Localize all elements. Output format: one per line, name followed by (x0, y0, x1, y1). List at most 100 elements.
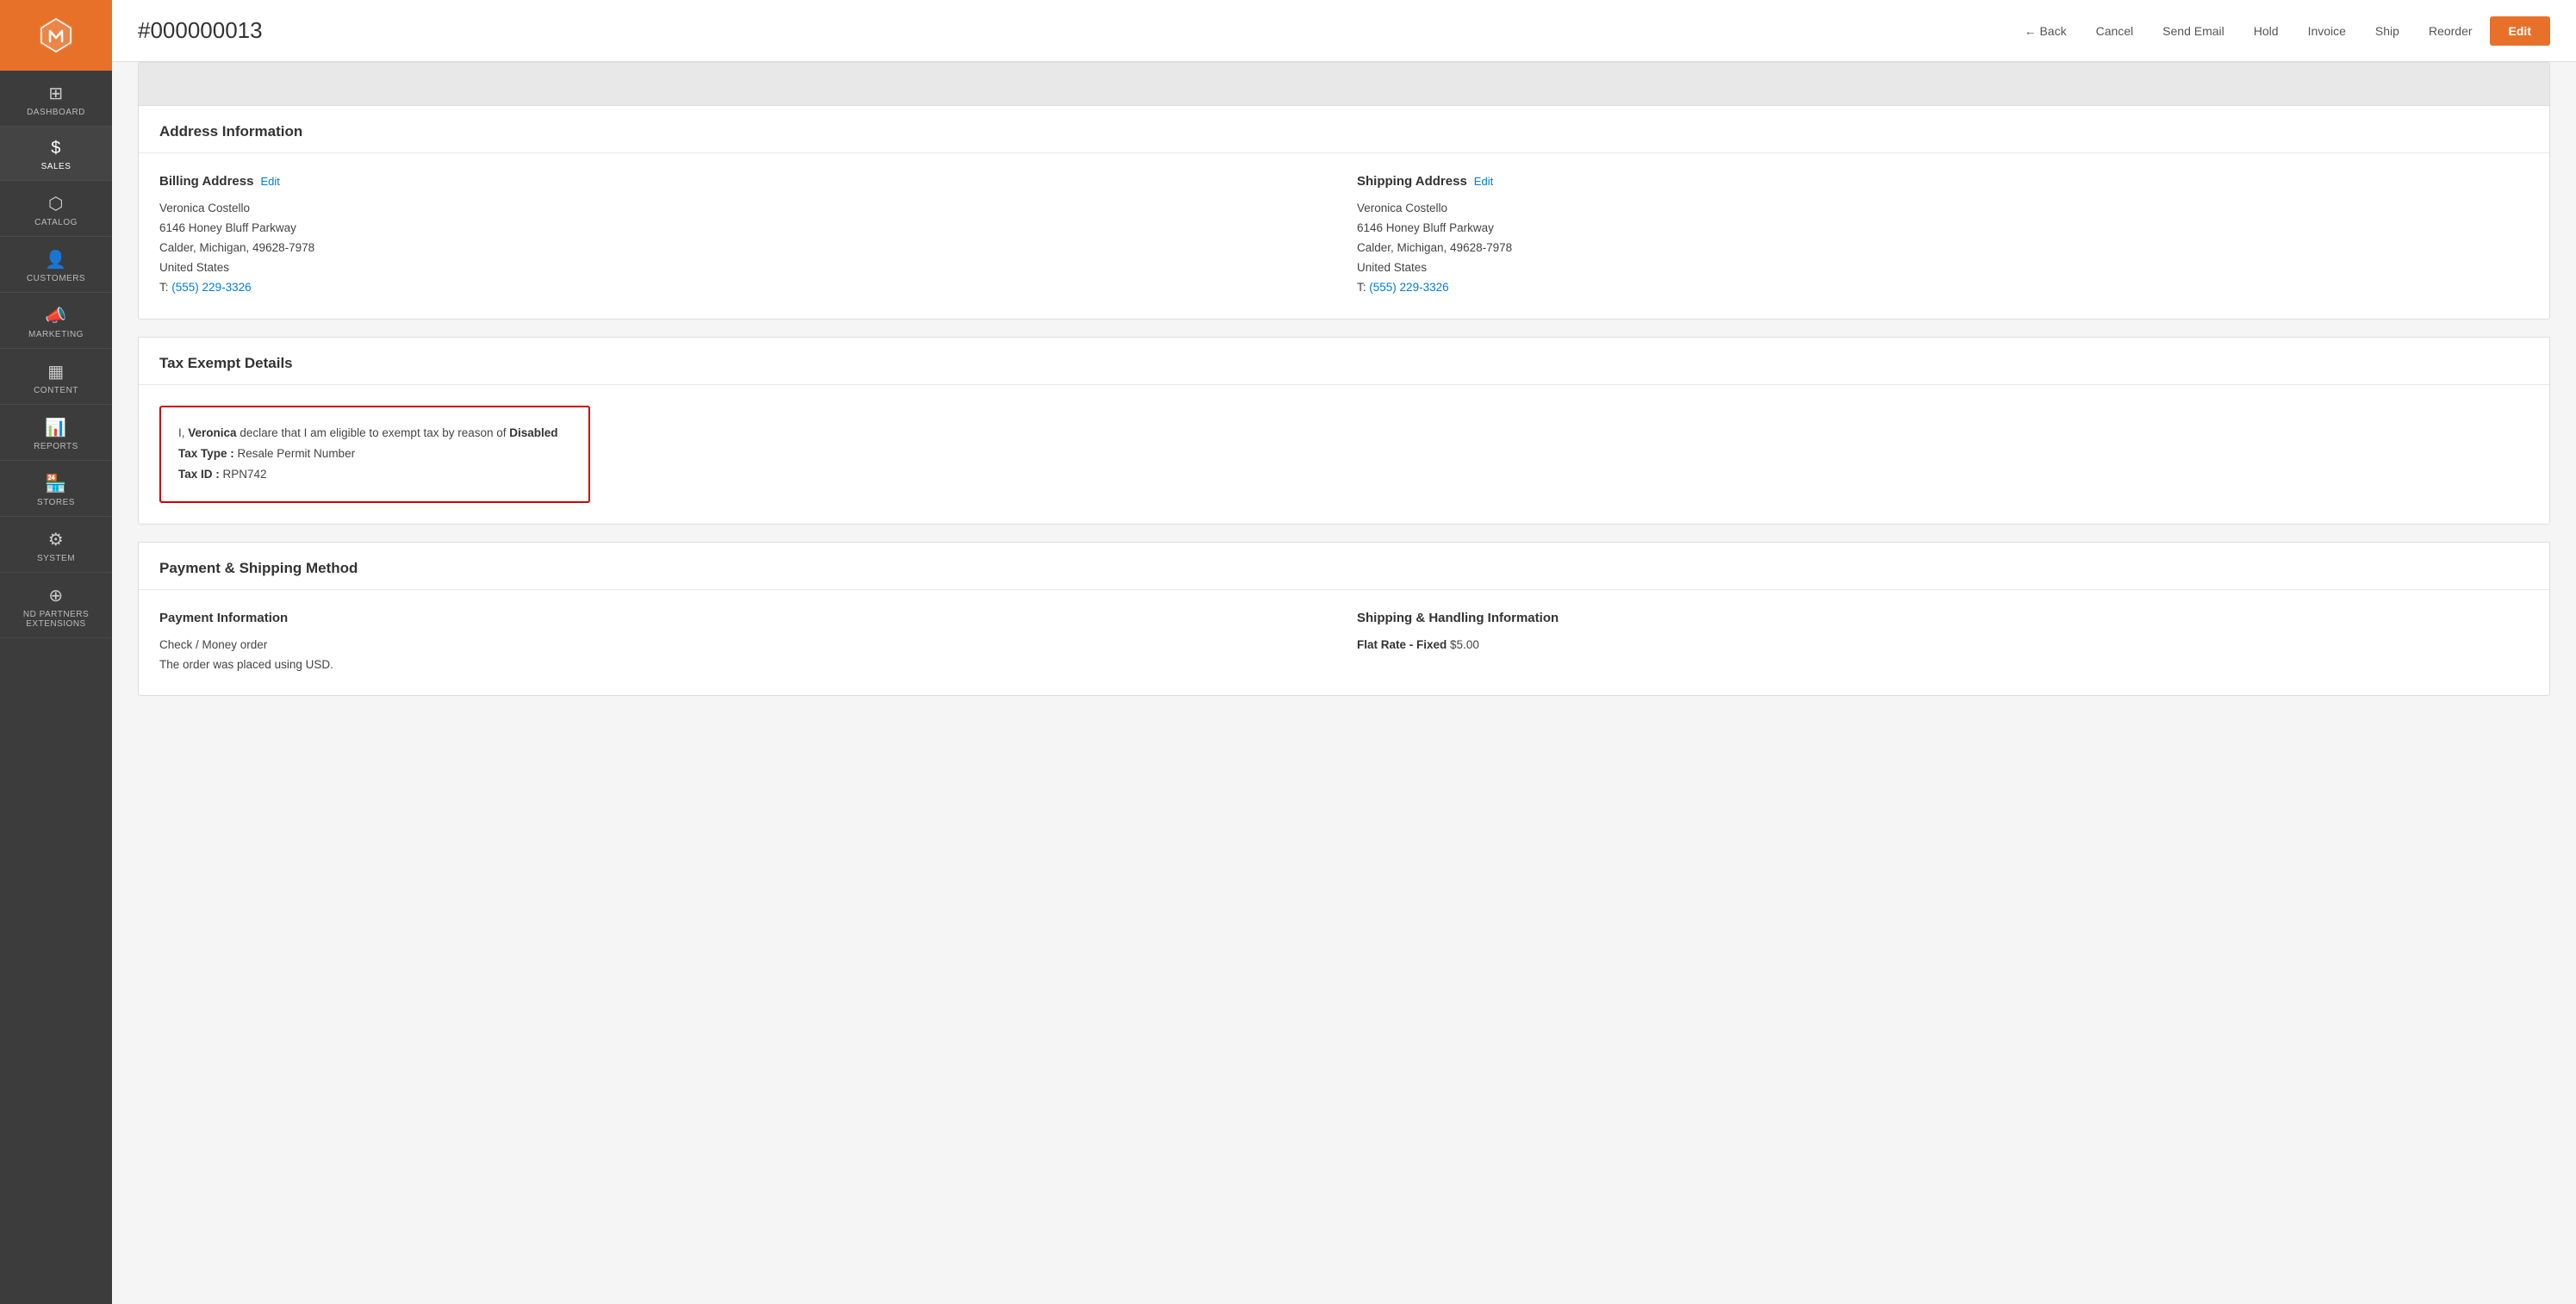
declaration-text: declare that I am eligible to exempt tax… (240, 426, 506, 439)
magento-logo-icon (36, 16, 76, 55)
billing-phone: T: (555) 229-3326 (159, 278, 1331, 298)
tax-type-label: Tax Type : (178, 447, 234, 460)
tax-exempt-box: I, Veronica declare that I am eligible t… (159, 406, 590, 503)
catalog-icon: ⬡ (48, 193, 64, 214)
tax-exempt-section-body: I, Veronica declare that I am eligible t… (139, 385, 2549, 524)
sidebar-logo (0, 0, 112, 71)
partners-icon: ⊕ (48, 585, 63, 606)
shipping-name: Veronica Costello (1357, 199, 2529, 219)
shipping-country: United States (1357, 258, 2529, 278)
billing-address-edit-link[interactable]: Edit (260, 175, 279, 188)
sales-icon: $ (51, 139, 61, 158)
hold-button[interactable]: Hold (2242, 17, 2291, 45)
billing-city-state: Calder, Michigan, 49628-7978 (159, 239, 1331, 258)
ship-button[interactable]: Ship (2363, 17, 2411, 45)
page-header: #000000013 ← Back Cancel Send Email Hold… (112, 0, 2576, 62)
payment-shipping-section-body: Payment Information Check / Money order … (139, 590, 2549, 696)
billing-address-label: Billing Address (159, 174, 253, 189)
reorder-button[interactable]: Reorder (2417, 17, 2485, 45)
tax-id-label: Tax ID : (178, 468, 220, 481)
billing-address-block: Billing Address Edit Veronica Costello 6… (159, 174, 1331, 298)
sidebar-item-label: REPORTS (34, 442, 78, 451)
address-section-body: Billing Address Edit Veronica Costello 6… (139, 153, 2549, 319)
sidebar-item-label: CATALOG (34, 218, 78, 227)
shipping-phone-label: T: (1357, 281, 1366, 294)
sidebar-item-label: ND PARTNERS EXTENSIONS (0, 610, 112, 629)
billing-street: 6146 Honey Bluff Parkway (159, 219, 1331, 239)
main-content: #000000013 ← Back Cancel Send Email Hold… (112, 0, 2576, 1304)
page-title: #000000013 (138, 17, 263, 44)
sidebar-item-reports[interactable]: 📊 REPORTS (0, 405, 112, 461)
stores-icon: 🏪 (45, 473, 66, 494)
sidebar-item-catalog[interactable]: ⬡ CATALOG (0, 181, 112, 237)
dashboard-icon: ⊞ (48, 83, 63, 104)
sidebar-item-content[interactable]: ▦ CONTENT (0, 349, 112, 405)
tax-exempt-card: Tax Exempt Details I, Veronica declare t… (138, 337, 2550, 525)
sidebar-item-label: CONTENT (34, 386, 78, 395)
sidebar-item-label: STORES (37, 498, 75, 507)
shipping-rate-label: Flat Rate - Fixed (1357, 638, 1447, 651)
marketing-icon: 📣 (45, 305, 66, 326)
sidebar-item-label: DASHBOARD (27, 108, 85, 117)
address-information-card: Address Information Billing Address Edit… (138, 105, 2550, 320)
scrolled-content-placeholder (138, 62, 2550, 105)
shipping-address-block: Shipping Address Edit Veronica Costello … (1357, 174, 2529, 298)
tax-id-line: Tax ID : RPN742 (178, 464, 571, 485)
sidebar-item-system[interactable]: ⚙ SYSTEM (0, 517, 112, 573)
billing-phone-link[interactable]: (555) 229-3326 (171, 281, 251, 294)
tax-exempt-section-title: Tax Exempt Details (139, 338, 2549, 385)
header-actions: ← Back Cancel Send Email Hold Invoice Sh… (2013, 16, 2550, 46)
shipping-phone: T: (555) 229-3326 (1357, 278, 2529, 298)
back-button[interactable]: ← Back (2013, 17, 2079, 45)
sidebar-item-label: SALES (41, 162, 72, 171)
sidebar: ⊞ DASHBOARD $ SALES ⬡ CATALOG 👤 CUSTOMER… (0, 0, 112, 1304)
edit-button[interactable]: Edit (2490, 16, 2550, 46)
send-email-button[interactable]: Send Email (2150, 17, 2237, 45)
payment-shipping-section-title: Payment & Shipping Method (139, 543, 2549, 590)
billing-country: United States (159, 258, 1331, 278)
tax-exempt-declaration: I, Veronica declare that I am eligible t… (178, 423, 571, 444)
shipping-street: 6146 Honey Bluff Parkway (1357, 219, 2529, 239)
shipping-rate-value: $5.00 (1450, 638, 1479, 651)
shipping-phone-link[interactable]: (555) 229-3326 (1369, 281, 1448, 294)
customer-name: Veronica (188, 426, 236, 439)
system-icon: ⚙ (48, 529, 64, 550)
address-columns: Billing Address Edit Veronica Costello 6… (159, 174, 2529, 298)
billing-phone-label: T: (159, 281, 169, 294)
tax-type-value-text: Resale Permit Number (238, 447, 356, 460)
sidebar-item-partners[interactable]: ⊕ ND PARTNERS EXTENSIONS (0, 573, 112, 638)
billing-address-heading: Billing Address Edit (159, 174, 1331, 189)
customers-icon: 👤 (45, 249, 66, 270)
sidebar-item-label: SYSTEM (37, 554, 75, 563)
sidebar-item-label: CUSTOMERS (27, 274, 85, 283)
sidebar-item-stores[interactable]: 🏪 STORES (0, 461, 112, 517)
cancel-button[interactable]: Cancel (2084, 17, 2146, 45)
sidebar-item-sales[interactable]: $ SALES (0, 127, 112, 181)
shipping-rate: Flat Rate - Fixed $5.00 (1357, 636, 2529, 655)
shipping-address-heading: Shipping Address Edit (1357, 174, 2529, 189)
declaration-pre: I, (178, 426, 185, 439)
shipping-city-state: Calder, Michigan, 49628-7978 (1357, 239, 2529, 258)
address-section-title: Address Information (139, 106, 2549, 153)
reports-icon: 📊 (45, 417, 66, 438)
payment-method: Check / Money order (159, 636, 1331, 655)
exempt-reason: Disabled (509, 426, 557, 439)
tax-type-line: Tax Type : Resale Permit Number (178, 444, 571, 464)
content-icon: ▦ (47, 361, 64, 382)
shipping-handling-block: Shipping & Handling Information Flat Rat… (1357, 611, 2529, 675)
shipping-address-label: Shipping Address (1357, 174, 1467, 189)
payment-shipping-card: Payment & Shipping Method Payment Inform… (138, 542, 2550, 697)
page-content: Address Information Billing Address Edit… (112, 62, 2576, 1304)
payment-information-heading: Payment Information (159, 611, 1331, 625)
invoice-button[interactable]: Invoice (2296, 17, 2358, 45)
sidebar-item-dashboard[interactable]: ⊞ DASHBOARD (0, 71, 112, 127)
tax-id-value: RPN742 (223, 468, 267, 481)
shipping-address-edit-link[interactable]: Edit (1474, 175, 1493, 188)
payment-information-block: Payment Information Check / Money order … (159, 611, 1331, 675)
billing-name: Veronica Costello (159, 199, 1331, 219)
payment-shipping-columns: Payment Information Check / Money order … (159, 611, 2529, 675)
shipping-handling-heading: Shipping & Handling Information (1357, 611, 2529, 625)
sidebar-item-marketing[interactable]: 📣 MARKETING (0, 293, 112, 349)
sidebar-item-customers[interactable]: 👤 CUSTOMERS (0, 237, 112, 293)
payment-note: The order was placed using USD. (159, 655, 1331, 675)
